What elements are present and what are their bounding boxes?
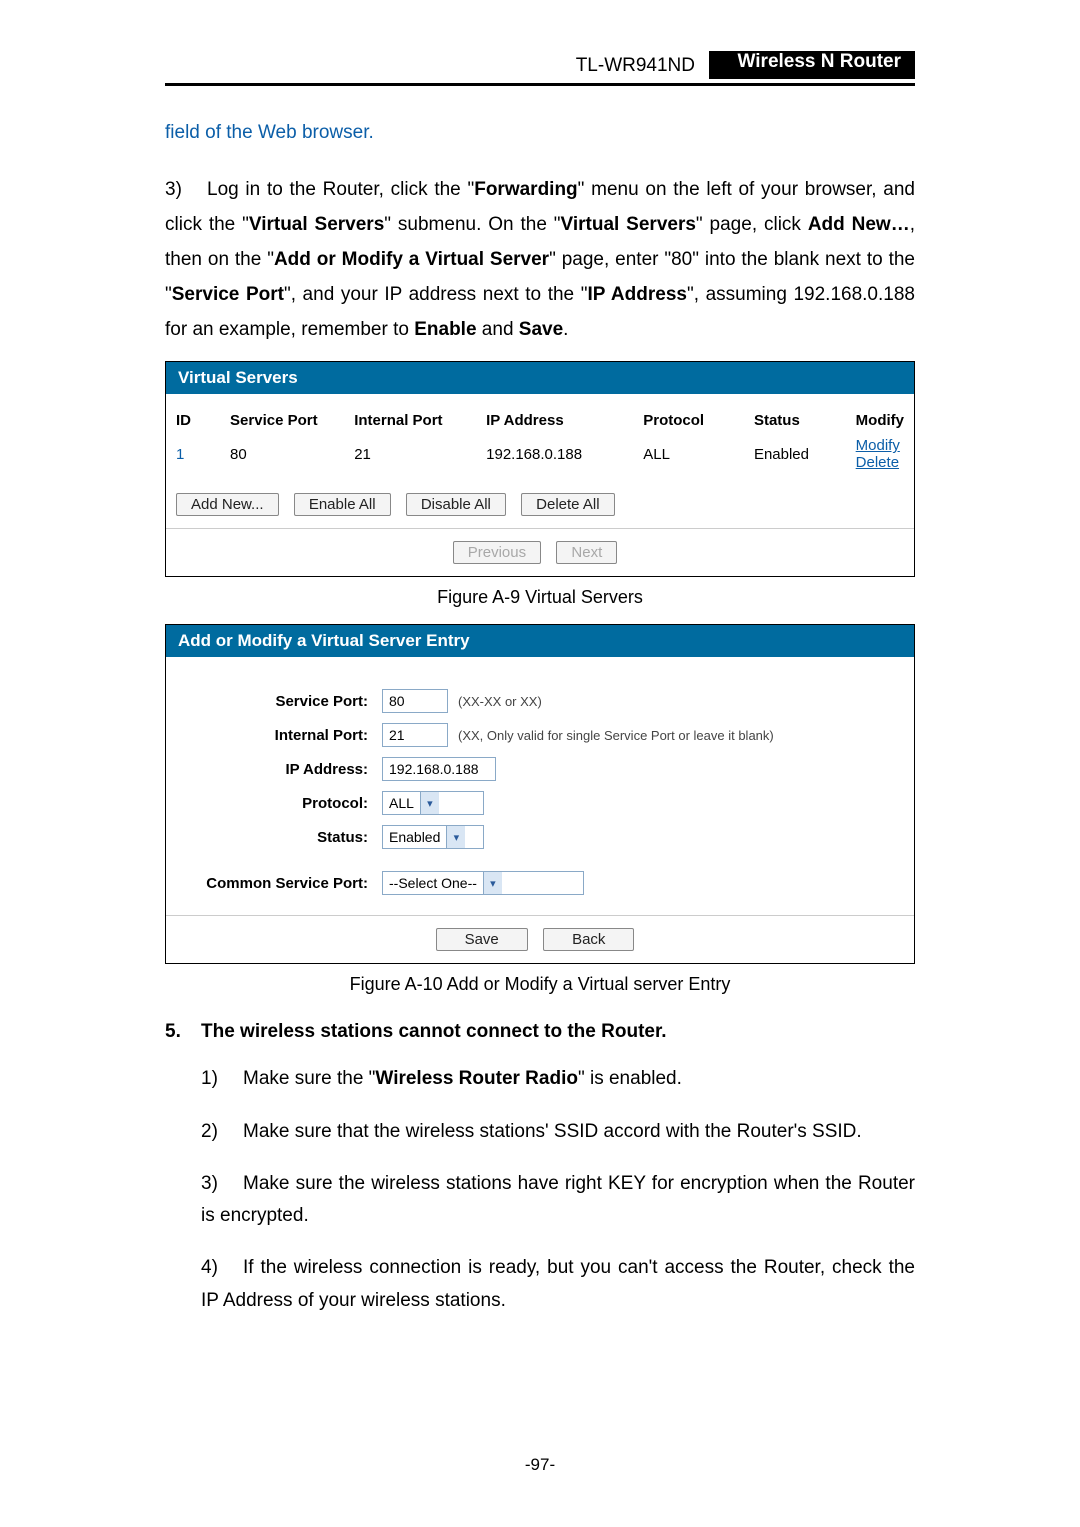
section-5-title: The wireless stations cannot connect to …: [201, 1021, 667, 1042]
chevron-down-icon: ▾: [483, 872, 502, 894]
label-common-service-port: Common Service Port:: [178, 875, 382, 892]
section-5-heading: 5.The wireless stations cannot connect t…: [165, 1021, 915, 1043]
modify-link[interactable]: Modify: [856, 437, 900, 454]
status-select[interactable]: Enabled ▾: [382, 825, 484, 849]
label-ip-address: IP Address:: [178, 761, 382, 778]
delete-all-button[interactable]: Delete All: [521, 493, 614, 516]
intro-text: field of the Web browser.: [165, 119, 915, 148]
vs-panel-title: Virtual Servers: [166, 362, 914, 394]
section-5-number: 5.: [165, 1021, 201, 1043]
am-form: Service Port: 80 (XX-XX or XX) Internal …: [166, 671, 914, 915]
hint-internal-port: (XX, Only valid for single Service Port …: [458, 728, 774, 743]
header-rule: [165, 83, 915, 86]
figure-virtual-servers: Virtual Servers ID Service Port Internal…: [165, 361, 915, 577]
list-item: 2)Make sure that the wireless stations' …: [201, 1116, 915, 1148]
save-button[interactable]: Save: [436, 928, 528, 951]
label-status: Status:: [178, 829, 382, 846]
internal-port-input[interactable]: 21: [382, 723, 448, 747]
status-value: Enabled: [383, 829, 446, 845]
label-internal-port: Internal Port:: [178, 727, 382, 744]
cell-status: Enabled: [744, 433, 846, 475]
hint-service-port: (XX-XX or XX): [458, 694, 542, 709]
product-box: Wireless N Router: [709, 51, 915, 79]
figure-add-modify: Add or Modify a Virtual Server Entry Ser…: [165, 624, 915, 964]
step-number: 3): [165, 172, 207, 207]
col-status: Status: [744, 408, 846, 433]
col-modify: Modify: [846, 408, 914, 433]
protocol-select[interactable]: ALL ▾: [382, 791, 484, 815]
page-number: -97-: [165, 1455, 915, 1475]
col-internal-port: Internal Port: [344, 408, 476, 433]
am-footer: Save Back: [166, 915, 914, 963]
figure-a9-caption: Figure A-9 Virtual Servers: [165, 587, 915, 608]
list-item: 4)If the wireless connection is ready, b…: [201, 1252, 915, 1317]
col-ip-address: IP Address: [476, 408, 633, 433]
table-row: 1 80 21 192.168.0.188 ALL Enabled Modify…: [166, 433, 914, 475]
next-button[interactable]: Next: [556, 541, 617, 564]
label-service-port: Service Port:: [178, 693, 382, 710]
add-new-button[interactable]: Add New...: [176, 493, 279, 516]
model-label: TL-WR941ND: [576, 55, 695, 77]
previous-button[interactable]: Previous: [453, 541, 541, 564]
am-panel-title: Add or Modify a Virtual Server Entry: [166, 625, 914, 657]
chevron-down-icon: ▾: [420, 792, 439, 814]
delete-link[interactable]: Delete: [856, 454, 899, 471]
chevron-down-icon: ▾: [446, 826, 465, 848]
vs-table: ID Service Port Internal Port IP Address…: [166, 408, 914, 475]
col-service-port: Service Port: [220, 408, 344, 433]
product-label: Wireless N Router: [738, 51, 902, 73]
col-id: ID: [166, 408, 220, 433]
manual-header: TL-WR941ND Wireless N Router: [165, 55, 915, 91]
vs-header-row: ID Service Port Internal Port IP Address…: [166, 408, 914, 433]
list-item: 1)Make sure the "Wireless Router Radio" …: [201, 1063, 915, 1095]
step-3: 3)Log in to the Router, click the "Forwa…: [165, 172, 915, 348]
common-service-port-select[interactable]: --Select One-- ▾: [382, 871, 584, 895]
figure-a10-caption: Figure A-10 Add or Modify a Virtual serv…: [165, 974, 915, 995]
csp-value: --Select One--: [383, 875, 483, 891]
disable-all-button[interactable]: Disable All: [406, 493, 506, 516]
cell-sp: 80: [220, 433, 344, 475]
vs-nav-row: Previous Next: [166, 528, 914, 576]
cell-id: 1: [166, 433, 220, 475]
vs-button-row: Add New... Enable All Disable All Delete…: [166, 475, 914, 528]
service-port-input[interactable]: 80: [382, 689, 448, 713]
col-protocol: Protocol: [633, 408, 744, 433]
protocol-value: ALL: [383, 795, 420, 811]
enable-all-button[interactable]: Enable All: [294, 493, 391, 516]
ip-address-input[interactable]: 192.168.0.188: [382, 757, 496, 781]
cell-addr: 192.168.0.188: [476, 433, 633, 475]
cell-proto: ALL: [633, 433, 744, 475]
label-protocol: Protocol:: [178, 795, 382, 812]
list-item: 3)Make sure the wireless stations have r…: [201, 1168, 915, 1233]
back-button[interactable]: Back: [543, 928, 634, 951]
cell-ip: 21: [344, 433, 476, 475]
